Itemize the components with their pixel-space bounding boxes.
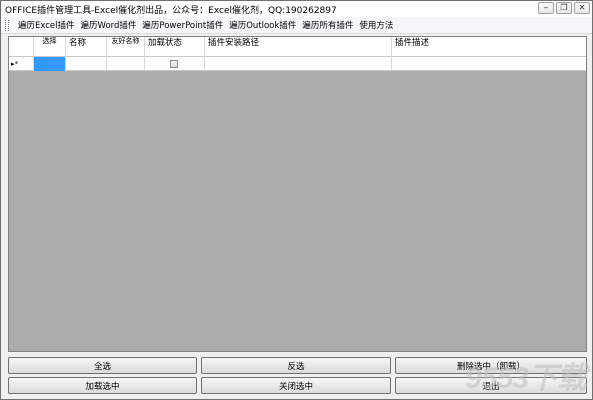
menu-usage-help[interactable]: 使用方法: [356, 19, 396, 31]
menu-powerpoint-addins[interactable]: 遍历PowerPoint插件: [139, 19, 226, 31]
cell-name[interactable]: [66, 57, 107, 71]
select-all-button[interactable]: 全选: [8, 357, 197, 374]
table-row[interactable]: ▸*: [9, 57, 586, 71]
cell-friendly-name[interactable]: [107, 57, 145, 71]
column-header-select[interactable]: 选择: [34, 37, 66, 57]
menu-word-addins[interactable]: 遍历Word插件: [78, 19, 140, 31]
close-icon[interactable]: ✕: [574, 2, 590, 14]
delete-selected-button[interactable]: 删除选中（卸载）: [395, 357, 587, 374]
window-title: OFFICE插件管理工具-Excel催化剂出品，公众号：Excel催化剂，QQ:…: [5, 6, 337, 16]
column-header-friendly-name[interactable]: 友好名称: [107, 37, 145, 57]
app-window: OFFICE插件管理工具-Excel催化剂出品，公众号：Excel催化剂，QQ:…: [0, 0, 593, 400]
load-selected-button[interactable]: 加载选中: [8, 377, 197, 394]
load-status-checkbox[interactable]: [170, 60, 178, 68]
cell-description[interactable]: [392, 57, 586, 71]
menu-all-addins[interactable]: 遍历所有插件: [299, 19, 356, 31]
column-header-name[interactable]: 名称: [66, 37, 107, 57]
menu-bar: 遍历Excel插件 遍历Word插件 遍历PowerPoint插件 遍历Outl…: [1, 17, 592, 34]
minimize-icon[interactable]: ‒: [538, 2, 554, 14]
grid-header: 选择 名称 友好名称 加载状态 插件安装路径 插件描述: [9, 37, 586, 57]
addin-grid[interactable]: 选择 名称 友好名称 加载状态 插件安装路径 插件描述 ▸*: [8, 36, 587, 352]
column-header-install-path[interactable]: 插件安装路径: [205, 37, 392, 57]
exit-button[interactable]: 退出: [395, 377, 587, 394]
row-header-corner[interactable]: [9, 37, 34, 57]
invert-selection-button[interactable]: 反选: [201, 357, 391, 374]
cell-install-path[interactable]: [205, 57, 392, 71]
menu-grip-icon: [5, 19, 9, 31]
column-header-load-status[interactable]: 加载状态: [145, 37, 205, 57]
menu-excel-addins[interactable]: 遍历Excel插件: [15, 19, 78, 31]
close-selected-button[interactable]: 关闭选中: [201, 377, 391, 394]
window-controls: ‒ ❐ ✕: [538, 2, 590, 14]
cell-select[interactable]: [34, 57, 66, 71]
row-marker: ▸*: [9, 57, 34, 71]
title-bar: OFFICE插件管理工具-Excel催化剂出品，公众号：Excel催化剂，QQ:…: [1, 1, 592, 17]
cell-load-status[interactable]: [145, 57, 205, 71]
menu-outlook-addins[interactable]: 遍历Outlook插件: [226, 19, 299, 31]
restore-icon[interactable]: ❐: [556, 2, 572, 14]
column-header-description[interactable]: 插件描述: [392, 37, 586, 57]
